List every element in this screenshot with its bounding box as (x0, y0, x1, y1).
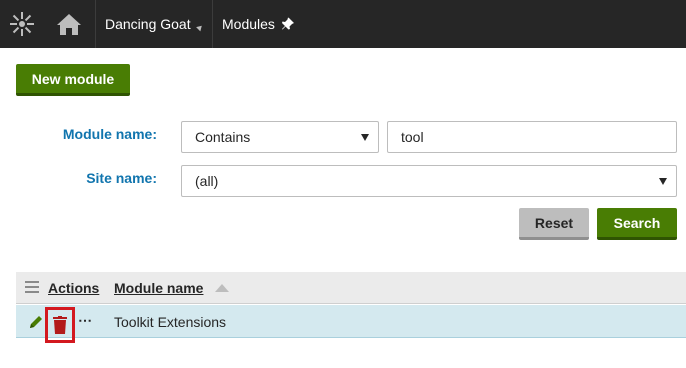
column-header-actions[interactable]: Actions (48, 280, 99, 296)
kentico-logo-icon[interactable] (0, 0, 44, 48)
module-name-label: Module name: (62, 126, 157, 142)
column-menu-icon[interactable] (25, 281, 39, 293)
top-bar: Dancing Goat Modules (0, 0, 686, 48)
delete-highlight-box (45, 307, 75, 343)
site-name-label: Site name: (86, 170, 157, 186)
delete-icon[interactable] (53, 316, 67, 334)
search-button[interactable]: Search (597, 208, 677, 240)
module-name-input-value: tool (401, 129, 424, 145)
site-name: Dancing Goat (105, 16, 191, 32)
app-name: Modules (222, 16, 275, 32)
dropdown-arrow-icon (361, 134, 369, 141)
app-breadcrumb[interactable]: Modules (213, 0, 323, 48)
module-name-operator-select[interactable]: Contains (181, 121, 379, 153)
home-icon[interactable] (44, 0, 94, 48)
reset-button[interactable]: Reset (519, 208, 589, 240)
site-name-select[interactable]: (all) (181, 165, 677, 197)
selected-operator: Contains (195, 129, 251, 145)
selected-site: (all) (195, 173, 219, 189)
pin-icon[interactable] (281, 17, 295, 31)
table-row: ⋯ Toolkit Extensions (16, 305, 686, 343)
grid-header: Actions Module name (16, 272, 686, 304)
column-header-module-name[interactable]: Module name (114, 280, 203, 296)
new-module-button[interactable]: New module (16, 64, 130, 96)
dropdown-arrow-icon (659, 178, 667, 185)
sort-ascending-icon[interactable] (215, 284, 229, 292)
module-name-input[interactable]: tool (387, 121, 677, 153)
chevron-down-icon (195, 23, 204, 31)
edit-icon[interactable] (28, 314, 44, 330)
site-selector[interactable]: Dancing Goat (96, 0, 212, 48)
more-actions-icon[interactable]: ⋯ (78, 312, 93, 329)
module-name-cell: Toolkit Extensions (114, 314, 227, 330)
